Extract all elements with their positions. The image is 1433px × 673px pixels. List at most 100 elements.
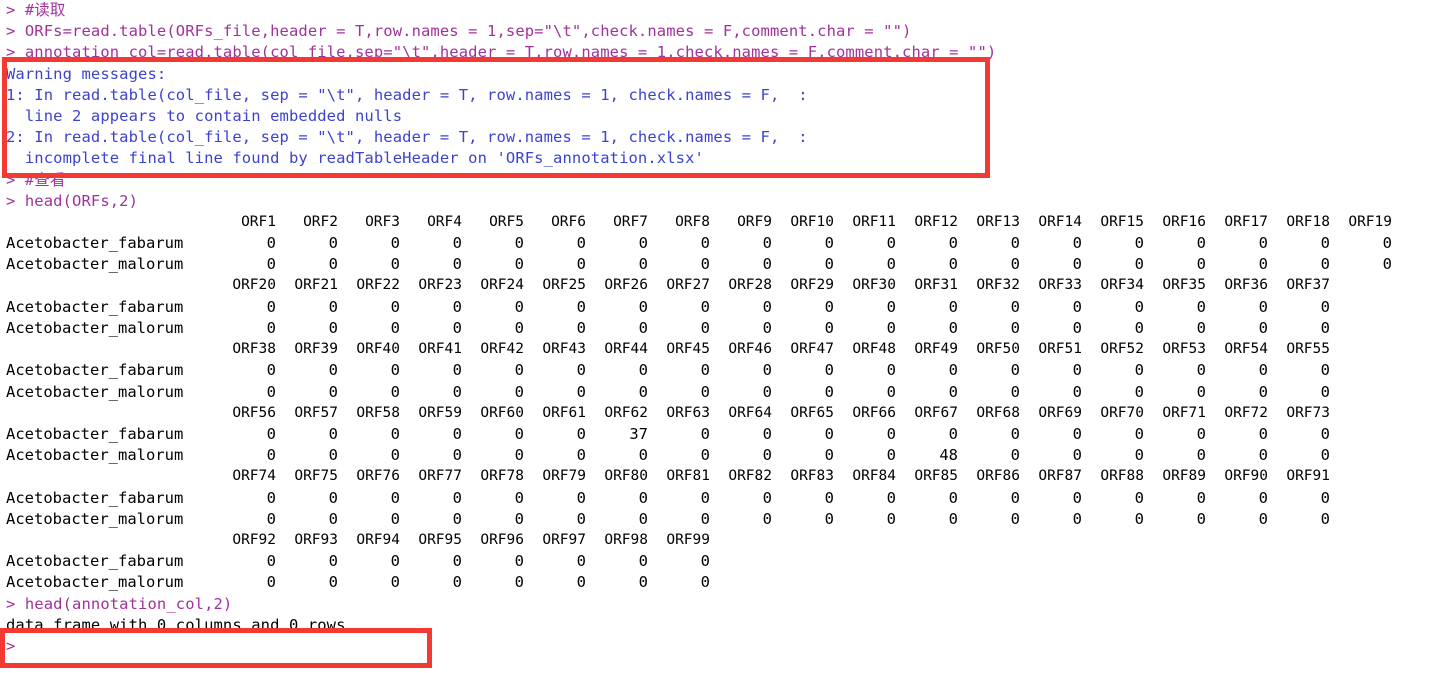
column-header-orf30: ORF30 (852, 277, 896, 294)
table-cell: 0 (328, 488, 338, 507)
table-cell: 0 (452, 382, 462, 401)
column-header-orf96: ORF96 (480, 531, 524, 548)
table-cell: 0 (514, 573, 524, 592)
console-line-comment-view: > #查看 (6, 170, 66, 189)
table-cell: 0 (1196, 255, 1206, 274)
table-cell: 0 (1196, 297, 1206, 316)
table-cell: 0 (1072, 361, 1082, 380)
column-header-orf51: ORF51 (1038, 341, 1082, 358)
table-cell: 0 (1072, 382, 1082, 401)
column-header-orf42: ORF42 (480, 341, 524, 358)
column-header-orf82: ORF82 (728, 468, 772, 485)
column-header-orf56: ORF56 (232, 404, 276, 421)
table-cell: 0 (1134, 446, 1144, 465)
table-cell: 0 (824, 234, 834, 253)
column-header-orf10: ORF10 (790, 213, 834, 230)
column-header-orf44: ORF44 (604, 341, 648, 358)
table-cell: 0 (1072, 234, 1082, 253)
table-row: Acetobacter_malorum 0 0 0 0 0 0 0 0 0 0 0 0 0 0 0 0 0 0 (6, 318, 1330, 339)
table-cell: 0 (1134, 509, 1144, 528)
table-cell: 0 (1320, 488, 1330, 507)
column-header-orf35: ORF35 (1162, 277, 1206, 294)
column-header-orf52: ORF52 (1100, 341, 1144, 358)
table-cell: 0 (1196, 318, 1206, 337)
table-cell: 0 (266, 234, 276, 253)
table-cell: 0 (700, 509, 710, 528)
column-header-orf93: ORF93 (294, 531, 338, 548)
table-cell: 0 (514, 234, 524, 253)
r-console[interactable]: > #读取 > ORFs=read.table(ORFs_file,header… (0, 0, 1433, 673)
column-header-orf55: ORF55 (1286, 341, 1330, 358)
column-header-orf24: ORF24 (480, 277, 524, 294)
column-header-orf65: ORF65 (790, 404, 834, 421)
column-header-orf58: ORF58 (356, 404, 400, 421)
table-cell: 0 (762, 424, 772, 443)
column-header-orf95: ORF95 (418, 531, 462, 548)
table-row: Acetobacter_fabarum 0 0 0 0 0 0 0 0 0 0 0 0 0 0 0 0 0 0 (6, 488, 1330, 509)
table-cell: 0 (1134, 382, 1144, 401)
column-header-orf54: ORF54 (1224, 341, 1268, 358)
table-cell: 0 (700, 446, 710, 465)
table-cell: 0 (328, 382, 338, 401)
table-corner-cell (6, 275, 214, 296)
table-cell: 0 (576, 361, 586, 380)
orfs-table-block: ORF20 ORF21 ORF22 ORF23 ORF24 ORF25 ORF26 ORF27… (6, 275, 1330, 339)
table-cell: 0 (576, 255, 586, 274)
table-cell: 0 (948, 297, 958, 316)
table-row: Acetobacter_malorum 0 0 0 0 0 0 0 0 0 0 0 0 0 0 0 0 0 0 0 (6, 254, 1392, 275)
orfs-table-output: ORF1 ORF2 ORF3 ORF4 ORF5 ORF6 ORF7 ORF8 ORF9 ORF1… (0, 212, 1433, 594)
orfs-table-block: ORF38 ORF39 ORF40 ORF41 ORF42 ORF43 ORF44 ORF45… (6, 339, 1330, 403)
table-row: Acetobacter_malorum 0 0 0 0 0 0 0 0 0 0 0 48 0 0 0 0 0 0 (6, 445, 1330, 466)
table-row: Acetobacter_malorum 0 0 0 0 0 0 0 0 0 0 0 0 0 0 0 0 0 0 (6, 509, 1330, 530)
column-header-orf76: ORF76 (356, 468, 400, 485)
column-header-orf91: ORF91 (1286, 468, 1330, 485)
table-cell: 0 (886, 488, 896, 507)
table-cell: 0 (824, 297, 834, 316)
table-cell: 0 (266, 297, 276, 316)
console-line-orfs-readtable: > ORFs=read.table(ORFs_file,header = T,r… (6, 22, 912, 41)
table-cell: 0 (886, 424, 896, 443)
console-cursor-prompt[interactable]: > (0, 636, 1433, 657)
table-header-row: ORF38 ORF39 ORF40 ORF41 ORF42 ORF43 ORF44 ORF45… (6, 339, 1330, 360)
table-row: Acetobacter_malorum 0 0 0 0 0 0 0 0 (6, 572, 710, 593)
table-cell: 0 (886, 382, 896, 401)
column-header-orf89: ORF89 (1162, 468, 1206, 485)
column-header-orf97: ORF97 (542, 531, 586, 548)
column-header-orf16: ORF16 (1162, 213, 1206, 230)
table-cell: 0 (452, 552, 462, 571)
table-cell: 0 (328, 297, 338, 316)
table-cell: 0 (638, 382, 648, 401)
column-header-orf22: ORF22 (356, 277, 400, 294)
row-label: Acetobacter_malorum (6, 573, 184, 592)
table-cell: 0 (1258, 424, 1268, 443)
row-label: Acetobacter_fabarum (6, 424, 184, 443)
orfs-table-block: ORF92 ORF93 ORF94 ORF95 ORF96 ORF97 ORF98 ORF99… (6, 530, 710, 594)
table-corner-cell (6, 339, 214, 360)
table-cell: 37 (629, 424, 648, 443)
column-header-orf19: ORF19 (1348, 213, 1392, 230)
table-cell: 0 (638, 552, 648, 571)
table-cell: 0 (1196, 382, 1206, 401)
table-cell: 0 (762, 509, 772, 528)
column-header-orf38: ORF38 (232, 341, 276, 358)
column-header-orf2: ORF2 (303, 213, 338, 230)
column-header-orf59: ORF59 (418, 404, 462, 421)
orfs-table-block: ORF56 ORF57 ORF58 ORF59 ORF60 ORF61 ORF62 ORF63… (6, 403, 1330, 467)
column-header-orf12: ORF12 (914, 213, 958, 230)
warning-entry-2-detail: incomplete final line found by readTable… (6, 149, 704, 168)
column-header-orf80: ORF80 (604, 468, 648, 485)
table-cell: 0 (1010, 297, 1020, 316)
column-header-orf36: ORF36 (1224, 277, 1268, 294)
table-cell: 0 (762, 255, 772, 274)
table-cell: 0 (700, 552, 710, 571)
table-cell: 0 (824, 318, 834, 337)
table-cell: 0 (1196, 509, 1206, 528)
table-cell: 0 (1258, 255, 1268, 274)
row-label: Acetobacter_fabarum (6, 361, 184, 380)
table-cell: 0 (1072, 297, 1082, 316)
column-header-orf83: ORF83 (790, 468, 834, 485)
table-cell: 0 (266, 424, 276, 443)
table-cell: 0 (824, 255, 834, 274)
table-cell: 0 (700, 424, 710, 443)
table-cell: 0 (452, 424, 462, 443)
